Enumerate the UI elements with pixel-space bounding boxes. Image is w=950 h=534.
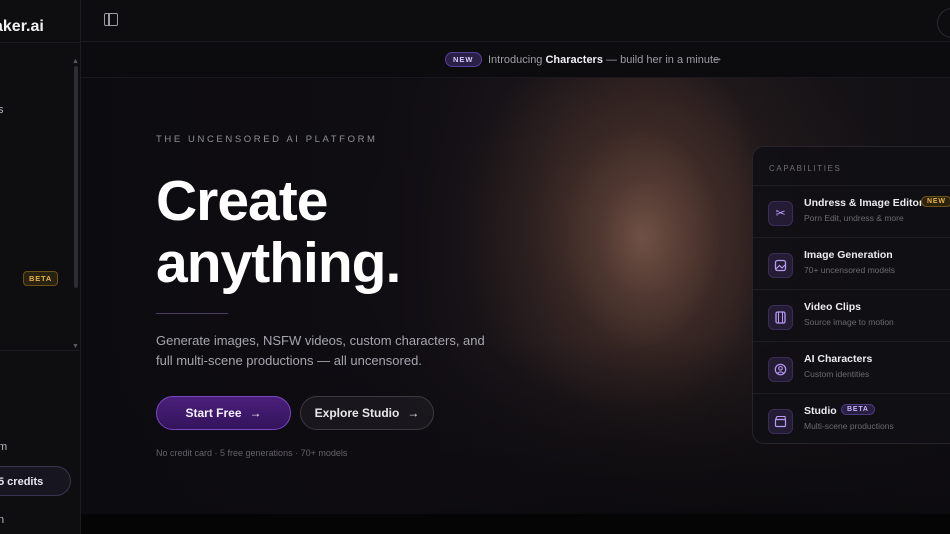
credits-label: 5 credits bbox=[0, 476, 44, 488]
headline-line-1: Create bbox=[156, 169, 328, 233]
capability-ai-characters[interactable]: AI Characters Custom identities bbox=[753, 341, 950, 393]
capability-name: AI Characters bbox=[804, 353, 873, 365]
start-free-label: Start Free bbox=[185, 406, 242, 420]
announcement-text[interactable]: Introducing Characters — build her in a … bbox=[488, 54, 719, 66]
announcement-prefix: Introducing bbox=[488, 54, 546, 66]
arrow-right-icon: → bbox=[407, 406, 420, 420]
sidebar-scrollbar[interactable] bbox=[74, 66, 78, 288]
capability-image-generation[interactable]: Image Generation 70+ uncensored models bbox=[753, 237, 950, 289]
announcement-highlight: Characters bbox=[545, 54, 603, 66]
sidebar-item-fragment[interactable]: m bbox=[0, 441, 7, 453]
hero-fineprint: No credit card · 5 free generations · 70… bbox=[156, 448, 348, 458]
sidebar-item-fragment[interactable]: n bbox=[0, 514, 4, 526]
arrow-right-icon: → bbox=[249, 406, 262, 420]
explore-studio-button[interactable]: Explore Studio → bbox=[300, 396, 434, 430]
hero-headline: Create anything. bbox=[156, 170, 556, 294]
sidebar-item-fragment[interactable]: s bbox=[0, 104, 4, 116]
clapperboard-icon bbox=[768, 409, 793, 434]
capability-name: Video Clips bbox=[804, 301, 861, 313]
announcement-suffix: — build her in a minute bbox=[602, 54, 720, 66]
scroll-up-icon[interactable]: ▲ bbox=[72, 58, 79, 65]
new-tag: NEW bbox=[921, 196, 950, 207]
capability-sub: Custom identities bbox=[804, 369, 870, 379]
capabilities-panel: CAPABILITIES ✂ Undress & Image Editor NE… bbox=[752, 146, 950, 444]
capability-name: Image Generation bbox=[804, 249, 893, 261]
sidebar-divider bbox=[0, 42, 80, 43]
sidebar: aker.ai ▲ ▼ s BETA m 5 credits n bbox=[0, 0, 81, 534]
capability-studio[interactable]: Studio BETA Multi-scene productions bbox=[753, 393, 950, 443]
brand-logo[interactable]: aker.ai bbox=[0, 18, 44, 36]
start-free-button[interactable]: Start Free → bbox=[156, 396, 291, 430]
hero-eyebrow: THE UNCENSORED AI PLATFORM bbox=[156, 134, 378, 145]
hero-description: Generate images, NSFW videos, custom cha… bbox=[156, 333, 485, 368]
headline-line-2: anything. bbox=[156, 231, 401, 295]
new-badge: NEW bbox=[445, 52, 482, 67]
capability-sub: Source image to motion bbox=[804, 317, 894, 327]
user-circle-icon bbox=[768, 357, 793, 382]
hero-divider bbox=[156, 313, 228, 314]
explore-studio-label: Explore Studio bbox=[314, 406, 400, 420]
sidebar-beta-badge: BETA bbox=[23, 271, 59, 286]
capability-undress-editor[interactable]: ✂ Undress & Image Editor NEW Porn Edit, … bbox=[753, 185, 950, 237]
top-bar bbox=[81, 0, 950, 42]
sidebar-toggle-icon[interactable] bbox=[104, 13, 118, 26]
capability-sub: 70+ uncensored models bbox=[804, 265, 895, 275]
capability-video-clips[interactable]: Video Clips Source image to motion bbox=[753, 289, 950, 341]
capability-name: Undress & Image Editor bbox=[804, 197, 924, 209]
scissors-icon: ✂ bbox=[768, 201, 793, 226]
film-icon bbox=[768, 305, 793, 330]
capability-sub: Porn Edit, undress & more bbox=[804, 213, 904, 223]
image-sparkle-icon bbox=[768, 253, 793, 278]
beta-tag: BETA bbox=[841, 404, 875, 415]
capability-name: Studio bbox=[804, 405, 837, 417]
sidebar-divider bbox=[0, 350, 80, 351]
arrow-right-icon[interactable]: → bbox=[712, 52, 723, 64]
capability-sub: Multi-scene productions bbox=[804, 421, 894, 431]
capabilities-title: CAPABILITIES bbox=[769, 164, 842, 173]
scroll-down-icon[interactable]: ▼ bbox=[72, 343, 79, 350]
bottom-strip bbox=[81, 514, 950, 534]
